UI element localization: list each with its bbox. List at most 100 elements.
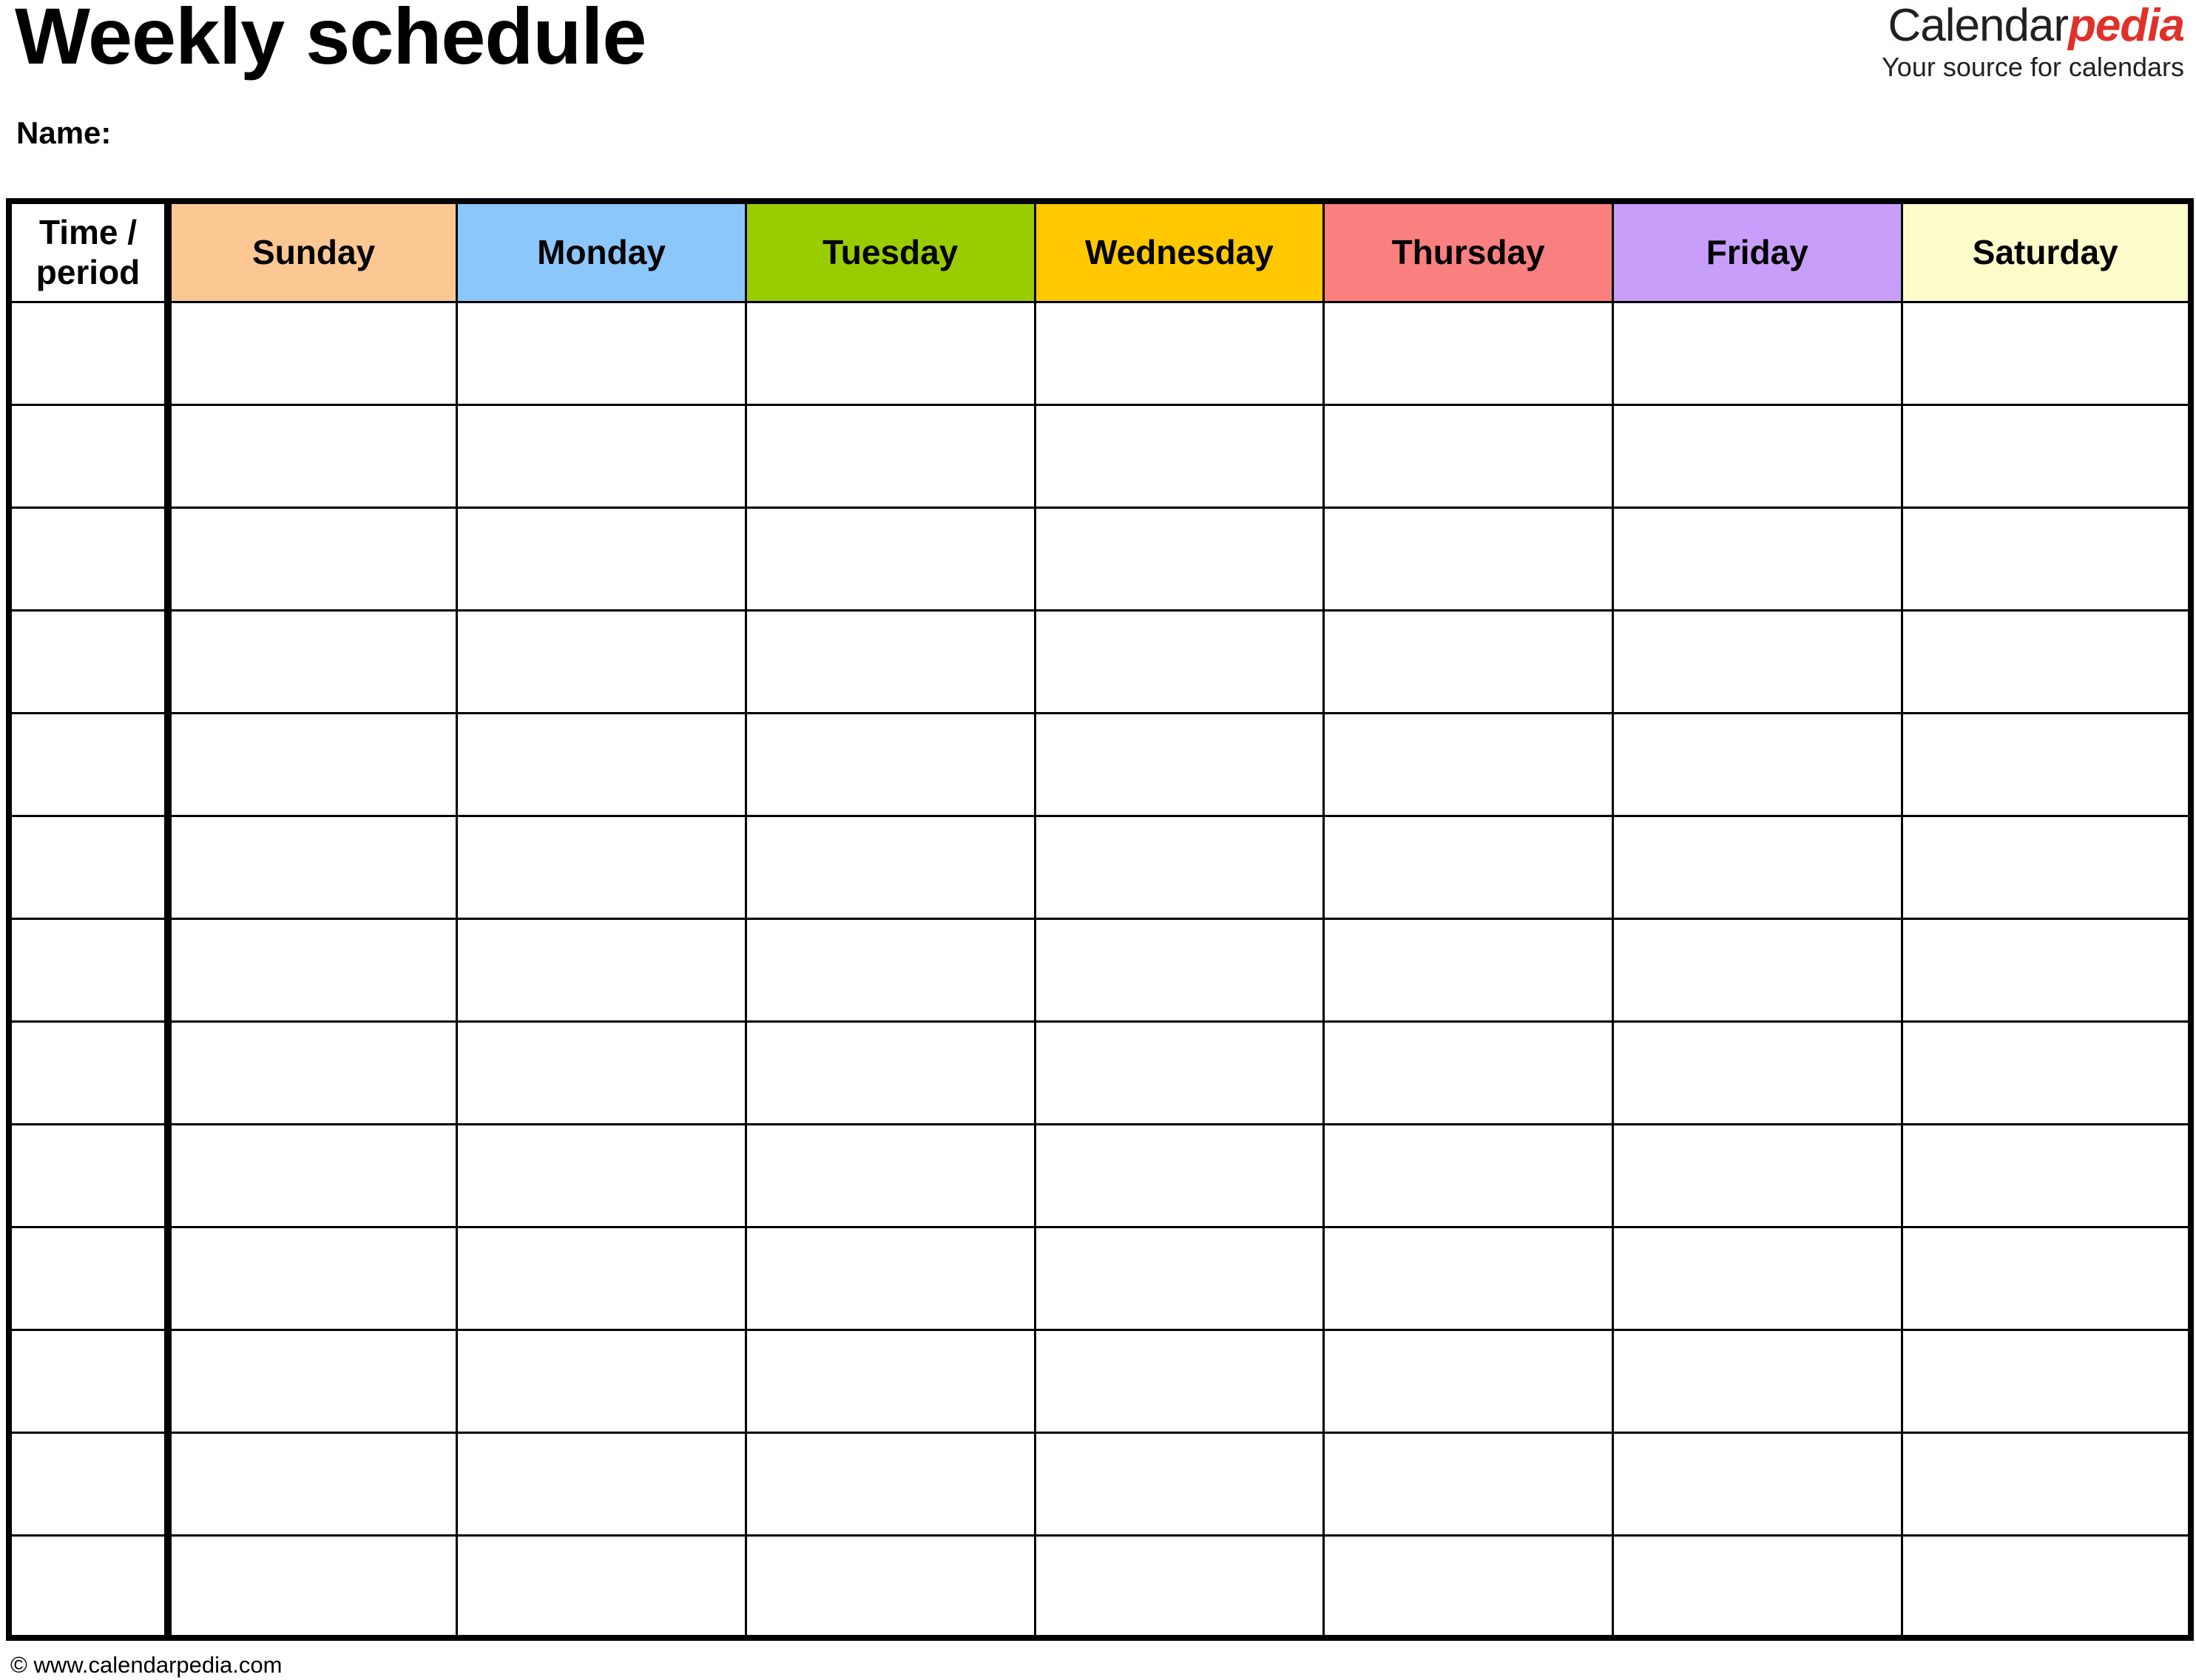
- schedule-cell-friday[interactable]: [1611, 917, 1903, 1023]
- schedule-cell-saturday[interactable]: [1900, 711, 2192, 817]
- schedule-cell-tuesday[interactable]: [744, 1534, 1036, 1639]
- schedule-cell-monday[interactable]: [456, 1328, 747, 1434]
- time-period-cell[interactable]: [7, 1431, 172, 1537]
- schedule-cell-friday[interactable]: [1611, 506, 1903, 612]
- time-period-cell[interactable]: [7, 300, 172, 406]
- schedule-cell-thursday[interactable]: [1322, 1534, 1614, 1639]
- schedule-cell-wednesday[interactable]: [1033, 711, 1325, 817]
- schedule-cell-tuesday[interactable]: [744, 1122, 1036, 1228]
- schedule-cell-friday[interactable]: [1611, 300, 1903, 406]
- schedule-cell-wednesday[interactable]: [1033, 506, 1325, 612]
- schedule-cell-sunday[interactable]: [166, 1225, 459, 1331]
- schedule-cell-sunday[interactable]: [166, 917, 459, 1023]
- schedule-cell-monday[interactable]: [456, 1534, 747, 1639]
- schedule-cell-saturday[interactable]: [1900, 506, 2192, 612]
- schedule-cell-wednesday[interactable]: [1033, 917, 1325, 1023]
- schedule-cell-friday[interactable]: [1611, 1431, 1903, 1537]
- schedule-cell-wednesday[interactable]: [1033, 1534, 1325, 1639]
- schedule-cell-wednesday[interactable]: [1033, 1122, 1325, 1228]
- schedule-cell-monday[interactable]: [456, 300, 747, 406]
- schedule-cell-tuesday[interactable]: [744, 1020, 1036, 1125]
- time-period-cell[interactable]: [7, 1534, 172, 1639]
- time-period-cell[interactable]: [7, 1225, 172, 1331]
- time-period-cell[interactable]: [7, 1020, 172, 1125]
- schedule-cell-friday[interactable]: [1611, 711, 1903, 817]
- schedule-cell-wednesday[interactable]: [1033, 814, 1325, 920]
- schedule-cell-wednesday[interactable]: [1033, 1431, 1325, 1537]
- schedule-cell-saturday[interactable]: [1900, 1122, 2192, 1228]
- schedule-cell-thursday[interactable]: [1322, 1225, 1614, 1331]
- schedule-cell-monday[interactable]: [456, 1122, 747, 1228]
- schedule-cell-tuesday[interactable]: [744, 1431, 1036, 1537]
- schedule-cell-tuesday[interactable]: [744, 917, 1036, 1023]
- schedule-cell-saturday[interactable]: [1900, 917, 2192, 1023]
- schedule-cell-wednesday[interactable]: [1033, 1328, 1325, 1434]
- schedule-cell-sunday[interactable]: [166, 1020, 459, 1125]
- schedule-cell-saturday[interactable]: [1900, 1328, 2192, 1434]
- schedule-cell-tuesday[interactable]: [744, 506, 1036, 612]
- schedule-cell-monday[interactable]: [456, 917, 747, 1023]
- schedule-cell-monday[interactable]: [456, 403, 747, 509]
- schedule-cell-thursday[interactable]: [1322, 711, 1614, 817]
- schedule-cell-tuesday[interactable]: [744, 711, 1036, 817]
- schedule-cell-sunday[interactable]: [166, 403, 459, 509]
- schedule-cell-thursday[interactable]: [1322, 403, 1614, 509]
- time-period-cell[interactable]: [7, 609, 172, 714]
- schedule-cell-monday[interactable]: [456, 814, 747, 920]
- schedule-cell-friday[interactable]: [1611, 403, 1903, 509]
- schedule-cell-friday[interactable]: [1611, 814, 1903, 920]
- schedule-cell-sunday[interactable]: [166, 1431, 459, 1537]
- time-period-cell[interactable]: [7, 711, 172, 817]
- schedule-cell-thursday[interactable]: [1322, 1020, 1614, 1125]
- schedule-cell-saturday[interactable]: [1900, 1225, 2192, 1331]
- schedule-cell-thursday[interactable]: [1322, 506, 1614, 612]
- schedule-cell-sunday[interactable]: [166, 814, 459, 920]
- schedule-cell-saturday[interactable]: [1900, 1431, 2192, 1537]
- schedule-cell-tuesday[interactable]: [744, 814, 1036, 920]
- schedule-cell-sunday[interactable]: [166, 506, 459, 612]
- schedule-cell-sunday[interactable]: [166, 1534, 459, 1639]
- schedule-cell-monday[interactable]: [456, 506, 747, 612]
- schedule-cell-friday[interactable]: [1611, 1225, 1903, 1331]
- schedule-cell-monday[interactable]: [456, 1020, 747, 1125]
- schedule-cell-wednesday[interactable]: [1033, 300, 1325, 406]
- schedule-cell-thursday[interactable]: [1322, 814, 1614, 920]
- schedule-cell-monday[interactable]: [456, 711, 747, 817]
- time-period-cell[interactable]: [7, 403, 172, 509]
- schedule-cell-friday[interactable]: [1611, 1020, 1903, 1125]
- schedule-cell-tuesday[interactable]: [744, 609, 1036, 714]
- time-period-cell[interactable]: [7, 814, 172, 920]
- schedule-cell-friday[interactable]: [1611, 609, 1903, 714]
- schedule-cell-thursday[interactable]: [1322, 1122, 1614, 1228]
- schedule-cell-saturday[interactable]: [1900, 609, 2192, 714]
- schedule-cell-tuesday[interactable]: [744, 1328, 1036, 1434]
- schedule-cell-wednesday[interactable]: [1033, 1020, 1325, 1125]
- time-period-cell[interactable]: [7, 506, 172, 612]
- schedule-cell-sunday[interactable]: [166, 1328, 459, 1434]
- schedule-cell-thursday[interactable]: [1322, 917, 1614, 1023]
- schedule-cell-sunday[interactable]: [166, 711, 459, 817]
- schedule-cell-saturday[interactable]: [1900, 1534, 2192, 1639]
- schedule-cell-wednesday[interactable]: [1033, 609, 1325, 714]
- schedule-cell-tuesday[interactable]: [744, 403, 1036, 509]
- schedule-cell-thursday[interactable]: [1322, 300, 1614, 406]
- schedule-cell-saturday[interactable]: [1900, 403, 2192, 509]
- schedule-cell-tuesday[interactable]: [744, 300, 1036, 406]
- schedule-cell-monday[interactable]: [456, 1225, 747, 1331]
- schedule-cell-tuesday[interactable]: [744, 1225, 1036, 1331]
- schedule-cell-saturday[interactable]: [1900, 814, 2192, 920]
- schedule-cell-wednesday[interactable]: [1033, 1225, 1325, 1331]
- schedule-cell-saturday[interactable]: [1900, 300, 2192, 406]
- schedule-cell-sunday[interactable]: [166, 609, 459, 714]
- schedule-cell-monday[interactable]: [456, 1431, 747, 1537]
- time-period-cell[interactable]: [7, 1328, 172, 1434]
- schedule-cell-friday[interactable]: [1611, 1328, 1903, 1434]
- schedule-cell-friday[interactable]: [1611, 1534, 1903, 1639]
- schedule-cell-thursday[interactable]: [1322, 1328, 1614, 1434]
- schedule-cell-friday[interactable]: [1611, 1122, 1903, 1228]
- schedule-cell-saturday[interactable]: [1900, 1020, 2192, 1125]
- schedule-cell-monday[interactable]: [456, 609, 747, 714]
- time-period-cell[interactable]: [7, 917, 172, 1023]
- schedule-cell-thursday[interactable]: [1322, 1431, 1614, 1537]
- schedule-cell-wednesday[interactable]: [1033, 403, 1325, 509]
